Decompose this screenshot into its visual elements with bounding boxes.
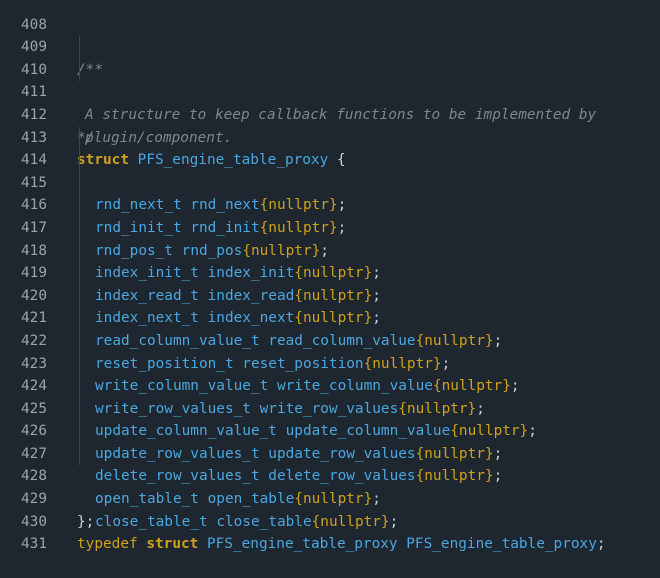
code-line[interactable]: 421 reset_position_t reset_position{null… (0, 284, 660, 372)
indent-guide (79, 149, 80, 172)
indent-guide (79, 239, 80, 263)
code-line[interactable]: 424 update_column_value_t update_column_… (0, 352, 660, 439)
indent-guide (79, 36, 80, 59)
code-line[interactable]: 411 plugin/component. (0, 58, 660, 146)
code-line[interactable]: 415 rnd_init_t rnd_init{nullptr}; (0, 149, 660, 236)
code-line[interactable]: 430 typedef struct PFS_engine_table_prox… (0, 488, 660, 553)
code-line[interactable]: 428 close_table_t close_table{nullptr}; (0, 442, 660, 530)
indent-guide (79, 284, 80, 308)
indent-guide (79, 216, 80, 240)
code-line[interactable]: 426 delete_row_values_t delete_row_value… (0, 397, 660, 484)
indent-guide (79, 126, 80, 150)
typedef-source: PFS_engine_table_proxy (206, 536, 398, 553)
code-line[interactable]: 410 A structure to keep callback functio… (0, 36, 660, 123)
typedef-declaration: typedef struct PFS_engine_table_proxy PF… (77, 533, 606, 556)
code-line[interactable]: 418 index_read_t index_read{nullptr}; (0, 216, 660, 304)
indent-guide (79, 307, 80, 330)
indent-guide (79, 194, 80, 217)
code-line[interactable]: 423 write_row_values_t write_row_values{… (0, 329, 660, 417)
code-line[interactable]: 429 }; (0, 465, 660, 530)
code-line[interactable]: 414 rnd_next_t rnd_next{nullptr}; (0, 126, 660, 213)
code-line[interactable]: 416 rnd_pos_t rnd_pos{nullptr}; (0, 171, 660, 259)
code-line[interactable]: 413 struct PFS_engine_table_proxy { (0, 104, 660, 169)
code-line[interactable]: 420 read_column_value_t read_column_valu… (0, 262, 660, 349)
code-line[interactable]: 419 index_next_t index_next{nullptr}; (0, 239, 660, 326)
semicolon: ; (596, 536, 606, 553)
indent-guide (79, 397, 80, 421)
code-line[interactable]: 422 write_column_value_t write_column_va… (0, 307, 660, 394)
typedef-alias: PFS_engine_table_proxy (406, 536, 597, 553)
indent-guide (79, 329, 80, 353)
code-line[interactable]: 409 /** (0, 14, 660, 78)
code-line[interactable]: 408 (0, 0, 660, 33)
line-number: 431 (21, 536, 47, 553)
code-line[interactable]: 431 (0, 511, 660, 552)
code-line[interactable]: 417 index_init_t index_init{nullptr}; (0, 194, 660, 281)
keyword-typedef: typedef (77, 536, 138, 553)
indent-guide (79, 171, 80, 195)
indent-guide (79, 375, 80, 398)
indent-guide (79, 442, 80, 466)
code-line[interactable]: 412 */ (0, 81, 660, 146)
keyword-struct: struct (146, 536, 199, 553)
indent-guide (79, 352, 80, 376)
code-line[interactable]: 427 open_table_t open_table{nullptr}; (0, 420, 660, 507)
indent-guide (79, 262, 80, 285)
code-line[interactable]: 425 update_row_values_t update_row_value… (0, 375, 660, 462)
indent-guide (79, 58, 80, 82)
code-editor[interactable]: 408 409 /** 410 A structure to keep call… (0, 0, 660, 553)
indent-guide (79, 420, 80, 443)
